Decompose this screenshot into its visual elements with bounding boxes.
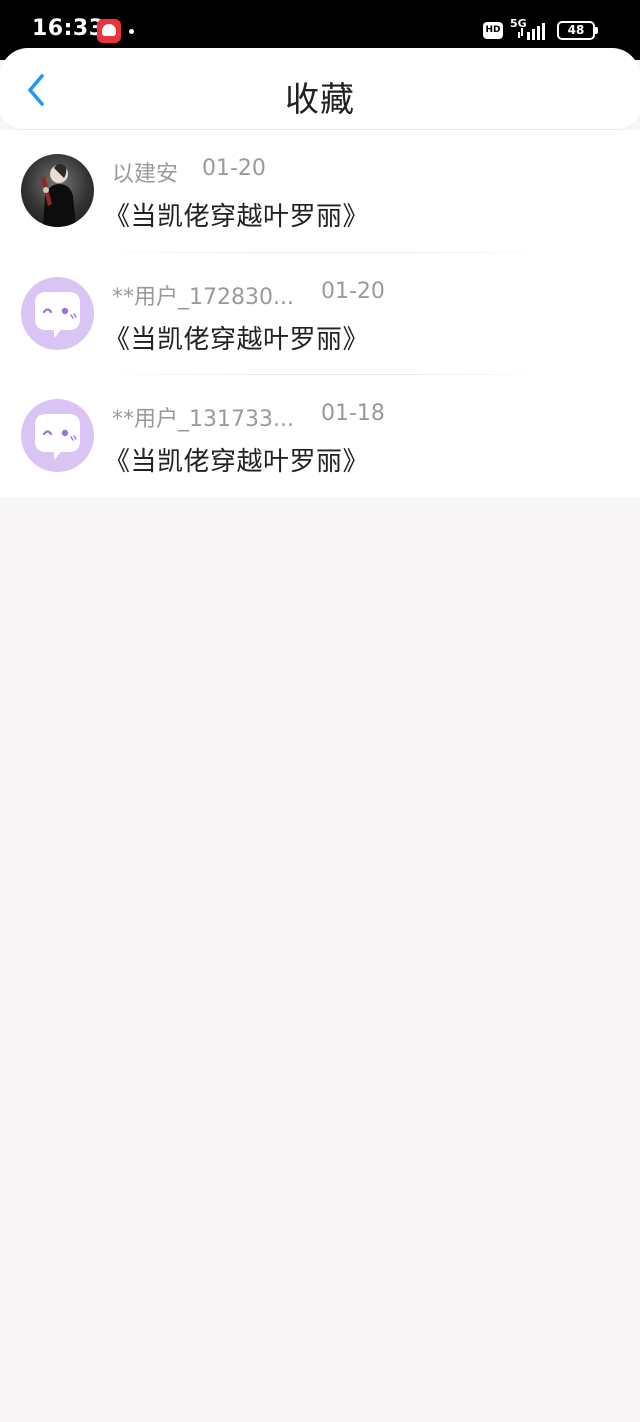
user-line: 以建安 01-20	[112, 156, 266, 188]
page-title: 收藏	[285, 80, 355, 120]
signal-icon	[518, 23, 545, 40]
user-line: **用户_172830... 01-20	[112, 279, 385, 311]
username[interactable]: **用户_172830...	[112, 279, 294, 311]
post-date: 01-20	[321, 279, 385, 304]
avatar[interactable]	[21, 154, 94, 227]
navigation-header: 收藏	[0, 48, 640, 130]
status-time: 16:33	[32, 16, 105, 41]
notification-dot-icon	[129, 29, 134, 34]
post-title[interactable]: 《当凯佬穿越叶罗丽》	[104, 319, 369, 356]
favorites-list: 以建安 01-20 《当凯佬穿越叶罗丽》 **用户_172830... 01-2…	[0, 130, 640, 497]
list-item[interactable]: **用户_172830... 01-20 《当凯佬穿越叶罗丽》	[0, 253, 640, 375]
default-avatar-chat-bubble-icon	[35, 292, 80, 338]
post-title[interactable]: 《当凯佬穿越叶罗丽》	[104, 441, 369, 478]
post-title[interactable]: 《当凯佬穿越叶罗丽》	[104, 196, 369, 233]
list-item[interactable]: **用户_131733... 01-18 《当凯佬穿越叶罗丽》	[0, 375, 640, 497]
app-notification-icon	[97, 19, 121, 43]
avatar[interactable]	[21, 277, 94, 350]
user-photo-icon	[41, 163, 76, 227]
username[interactable]: 以建安	[112, 156, 178, 188]
post-date: 01-18	[321, 401, 385, 426]
default-avatar-chat-bubble-icon	[35, 414, 80, 460]
username[interactable]: **用户_131733...	[112, 401, 294, 433]
battery-icon: 48	[557, 21, 598, 40]
hd-icon: HD	[483, 22, 503, 39]
list-item[interactable]: 以建安 01-20 《当凯佬穿越叶罗丽》	[0, 130, 640, 253]
post-date: 01-20	[202, 156, 266, 181]
user-line: **用户_131733... 01-18	[112, 401, 385, 433]
avatar[interactable]	[21, 399, 94, 472]
